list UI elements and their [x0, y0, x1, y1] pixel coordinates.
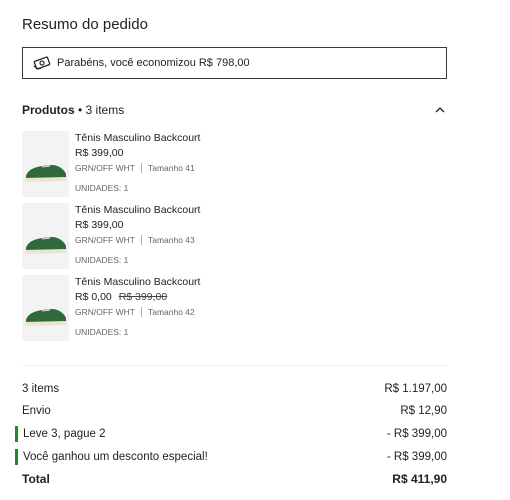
savings-banner: Parabéns, você economizou R$ 798,00 [22, 47, 447, 79]
variant-divider [140, 235, 142, 245]
items-subtotal-value: R$ 1.197,00 [384, 383, 447, 395]
product-size: Tamanho 41 [147, 163, 195, 173]
product-item: Tênis Masculino Backcourt R$ 0,00 R$ 399… [22, 275, 447, 343]
promo-label-wrap: Leve 3, pague 2 [15, 426, 106, 442]
product-units: UNIDADES: 1 [75, 327, 129, 337]
product-info: Tênis Masculino Backcourt R$ 399,00 GRN/… [75, 131, 200, 175]
product-price: R$ 399,00 [75, 147, 124, 159]
promo-indicator-bar [15, 449, 18, 465]
product-price: R$ 399,00 [75, 219, 124, 231]
product-size: Tamanho 43 [147, 235, 195, 245]
money-icon [33, 56, 51, 70]
product-image[interactable] [22, 131, 69, 197]
shipping-row: Envio R$ 12,90 [22, 403, 447, 419]
total-label: Total [22, 472, 50, 486]
total-row: Total R$ 411,90 [22, 471, 447, 487]
products-count: • 3 items [78, 103, 125, 117]
product-info: Tênis Masculino Backcourt R$ 0,00 R$ 399… [75, 275, 200, 319]
product-price-row: R$ 399,00 [75, 217, 200, 233]
product-image[interactable] [22, 203, 69, 269]
summary-divider [22, 365, 447, 366]
shipping-value: R$ 12,90 [400, 405, 447, 417]
product-price-row: R$ 399,00 [75, 145, 200, 161]
product-name[interactable]: Tênis Masculino Backcourt [75, 275, 200, 289]
product-name[interactable]: Tênis Masculino Backcourt [75, 131, 200, 145]
product-price: R$ 0,00 [75, 291, 112, 303]
products-label: Produtos [22, 103, 75, 117]
product-variant: GRN/OFF WHT Tamanho 41 [75, 161, 200, 175]
product-price-row: R$ 0,00 R$ 399,00 [75, 289, 200, 305]
product-info: Tênis Masculino Backcourt R$ 399,00 GRN/… [75, 203, 200, 247]
order-summary-title: Resumo do pedido [22, 16, 148, 33]
items-subtotal-row: 3 items R$ 1.197,00 [22, 381, 447, 397]
products-title: Produtos • 3 items [22, 103, 124, 117]
total-value: R$ 411,90 [392, 472, 447, 486]
product-old-price: R$ 399,00 [118, 291, 168, 303]
product-variant: GRN/OFF WHT Tamanho 42 [75, 305, 200, 319]
product-color: GRN/OFF WHT [75, 163, 135, 173]
product-item: Tênis Masculino Backcourt R$ 399,00 GRN/… [22, 131, 447, 199]
promo-indicator-bar [15, 426, 18, 442]
shipping-label: Envio [22, 405, 51, 417]
variant-divider [140, 163, 142, 173]
promo-label: Leve 3, pague 2 [23, 428, 106, 440]
promo-value: - R$ 399,00 [386, 451, 447, 463]
product-size: Tamanho 42 [147, 307, 195, 317]
product-units: UNIDADES: 1 [75, 183, 129, 193]
promo-label-wrap: Você ganhou um desconto especial! [15, 449, 208, 465]
savings-text: Parabéns, você economizou R$ 798,00 [57, 57, 250, 69]
items-subtotal-label: 3 items [22, 383, 60, 395]
promo-row: Você ganhou um desconto especial! - R$ 3… [15, 449, 447, 465]
chevron-up-icon[interactable] [433, 103, 447, 117]
variant-divider [140, 307, 142, 317]
product-name[interactable]: Tênis Masculino Backcourt [75, 203, 200, 217]
promo-row: Leve 3, pague 2 - R$ 399,00 [15, 426, 447, 442]
product-variant: GRN/OFF WHT Tamanho 43 [75, 233, 200, 247]
product-image[interactable] [22, 275, 69, 341]
product-item: Tênis Masculino Backcourt R$ 399,00 GRN/… [22, 203, 447, 271]
product-units: UNIDADES: 1 [75, 255, 129, 265]
promo-value: - R$ 399,00 [386, 428, 447, 440]
product-color: GRN/OFF WHT [75, 235, 135, 245]
products-section-header[interactable]: Produtos • 3 items [22, 101, 447, 119]
promo-label: Você ganhou um desconto especial! [23, 451, 208, 463]
product-color: GRN/OFF WHT [75, 307, 135, 317]
